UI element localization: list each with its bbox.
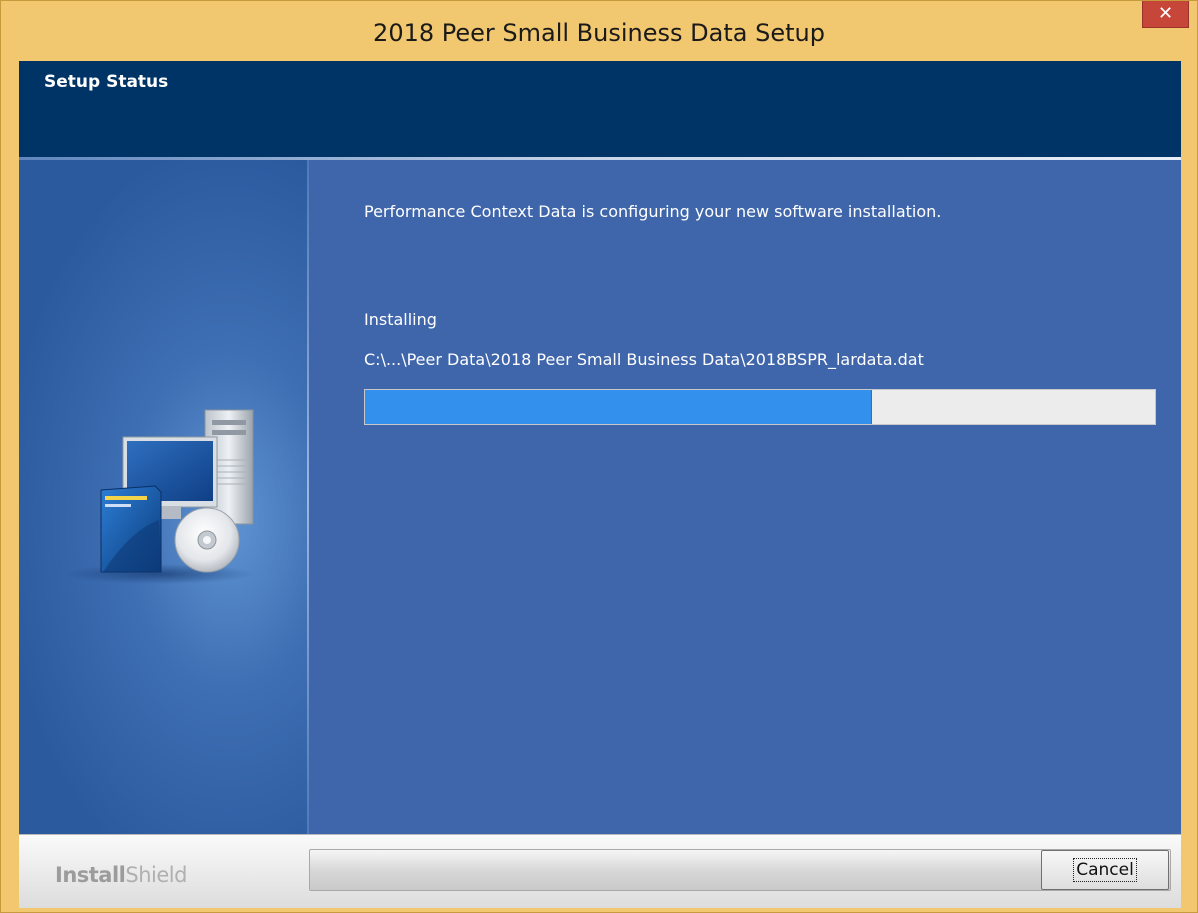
status-panel: Performance Context Data is configuring … bbox=[309, 160, 1181, 834]
install-progress-bar bbox=[364, 389, 1156, 425]
cancel-button-label: Cancel bbox=[1073, 858, 1137, 882]
intro-text: Performance Context Data is configuring … bbox=[364, 202, 942, 221]
status-label: Installing bbox=[364, 310, 437, 329]
dialog-client-area: Setup Status Performance Context Data is… bbox=[19, 61, 1181, 908]
setup-window: 2018 Peer Small Business Data Setup ✕ Se… bbox=[0, 0, 1198, 913]
dialog-header: Setup Status bbox=[19, 61, 1181, 157]
window-title: 2018 Peer Small Business Data Setup bbox=[373, 19, 825, 47]
progress-fill bbox=[365, 390, 872, 424]
close-icon: ✕ bbox=[1157, 3, 1174, 24]
title-bar[interactable]: 2018 Peer Small Business Data Setup ✕ bbox=[1, 1, 1197, 61]
dialog-body: Performance Context Data is configuring … bbox=[19, 160, 1181, 834]
installshield-logo: InstallShield bbox=[55, 863, 187, 887]
dialog-footer: InstallShield Cancel bbox=[19, 834, 1181, 908]
cancel-button[interactable]: Cancel bbox=[1041, 850, 1169, 890]
current-file-path: C:\...\Peer Data\2018 Peer Small Busines… bbox=[364, 350, 924, 369]
header-title: Setup Status bbox=[44, 72, 169, 92]
computer-install-icon bbox=[63, 409, 255, 584]
close-button[interactable]: ✕ bbox=[1142, 1, 1189, 28]
left-illustration-panel bbox=[19, 160, 307, 834]
